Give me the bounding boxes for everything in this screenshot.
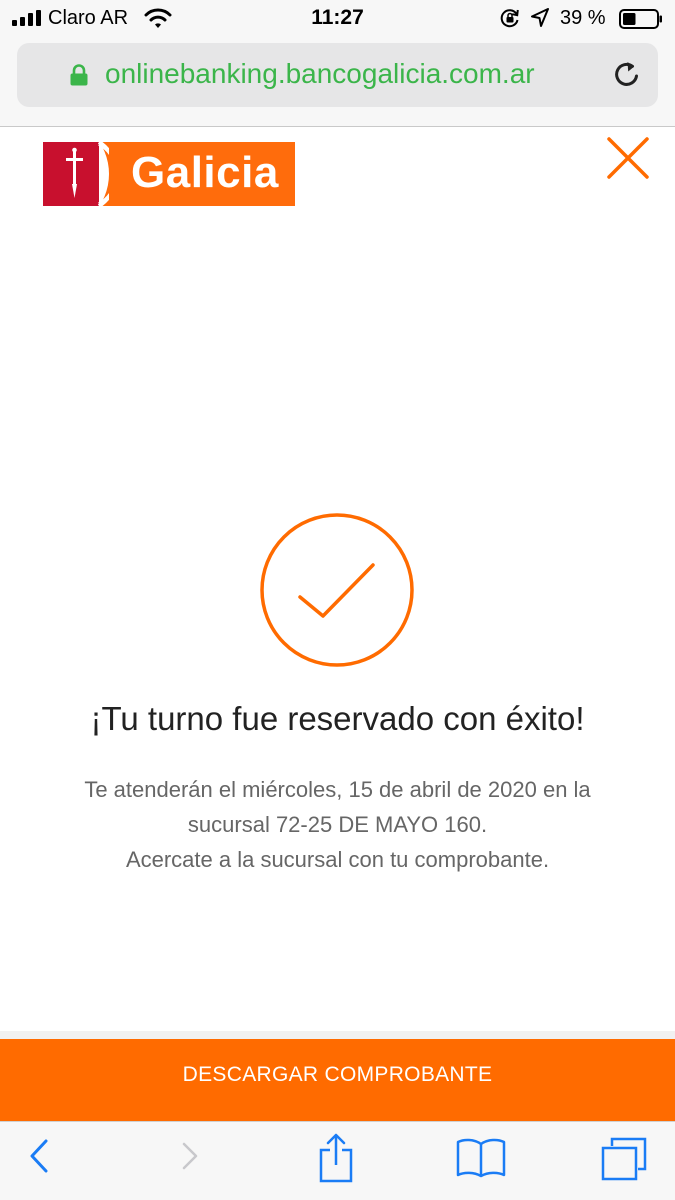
logo-shield [43, 142, 109, 206]
battery-percentage: 39 % [560, 7, 606, 29]
location-arrow-icon [531, 8, 549, 27]
share-icon[interactable] [316, 1132, 356, 1184]
address-bar[interactable]: onlinebanking.bancogalicia.com.ar [17, 43, 658, 107]
reload-icon[interactable] [612, 59, 642, 89]
rotation-lock-icon [500, 9, 519, 28]
browser-toolbar [0, 1121, 675, 1200]
url-text[interactable]: onlinebanking.bancogalicia.com.ar [105, 58, 535, 90]
checkmark-circle-icon [260, 513, 414, 667]
status-bar: Claro AR 11:27 39 % [0, 0, 675, 38]
appointment-details: Te atenderán el miércoles, 15 de abril d… [20, 772, 655, 877]
logo-text: Galicia [131, 148, 279, 197]
browser-top-bar: Claro AR 11:27 39 % onlinebanking.bancog… [0, 0, 675, 127]
chevron-left-icon[interactable] [26, 1136, 50, 1176]
message-line: Acercate a la sucursal con tu comprobant… [125, 847, 550, 872]
message-line: sucursal 72-25 DE MAYO 160. [187, 812, 488, 837]
close-button[interactable] [603, 136, 653, 180]
galicia-logo: Galicia [43, 142, 295, 206]
tabs-icon[interactable] [600, 1136, 648, 1182]
message-line: Te atenderán el miércoles, 15 de abril d… [84, 777, 591, 802]
screen: Claro AR 11:27 39 % onlinebanking.bancog… [0, 0, 675, 1200]
cross-sword-icon [43, 142, 109, 206]
book-icon[interactable] [456, 1138, 506, 1178]
lock-icon [70, 64, 88, 86]
battery-icon [619, 9, 662, 29]
close-icon[interactable] [603, 136, 653, 180]
success-title: ¡Tu turno fue reservado con éxito! [90, 700, 585, 737]
chevron-right-icon[interactable] [178, 1136, 202, 1176]
divider [0, 1031, 675, 1039]
download-receipt-button[interactable]: DESCARGAR COMPROBANTE [0, 1039, 675, 1121]
